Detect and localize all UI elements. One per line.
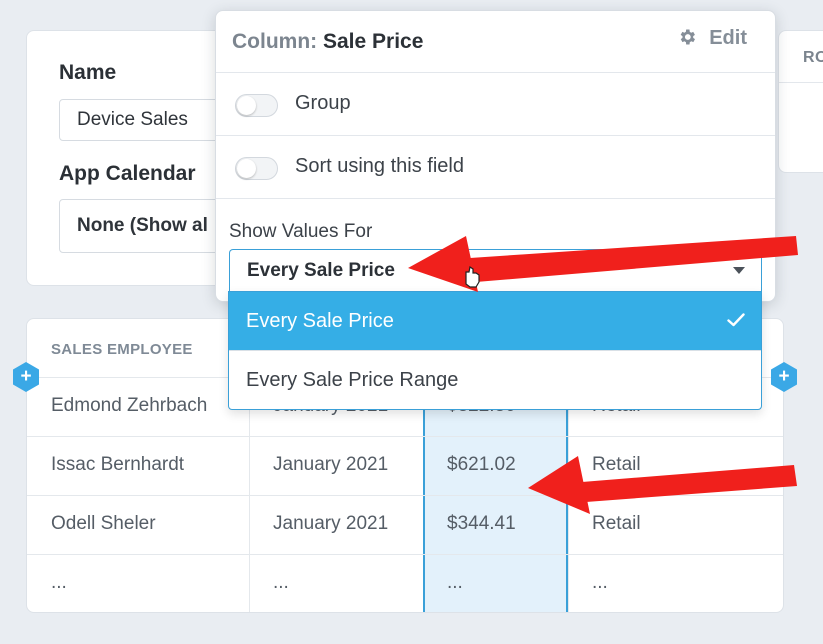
red-arrow-to-sale-price bbox=[528, 456, 797, 514]
annotation-arrows bbox=[408, 236, 798, 514]
